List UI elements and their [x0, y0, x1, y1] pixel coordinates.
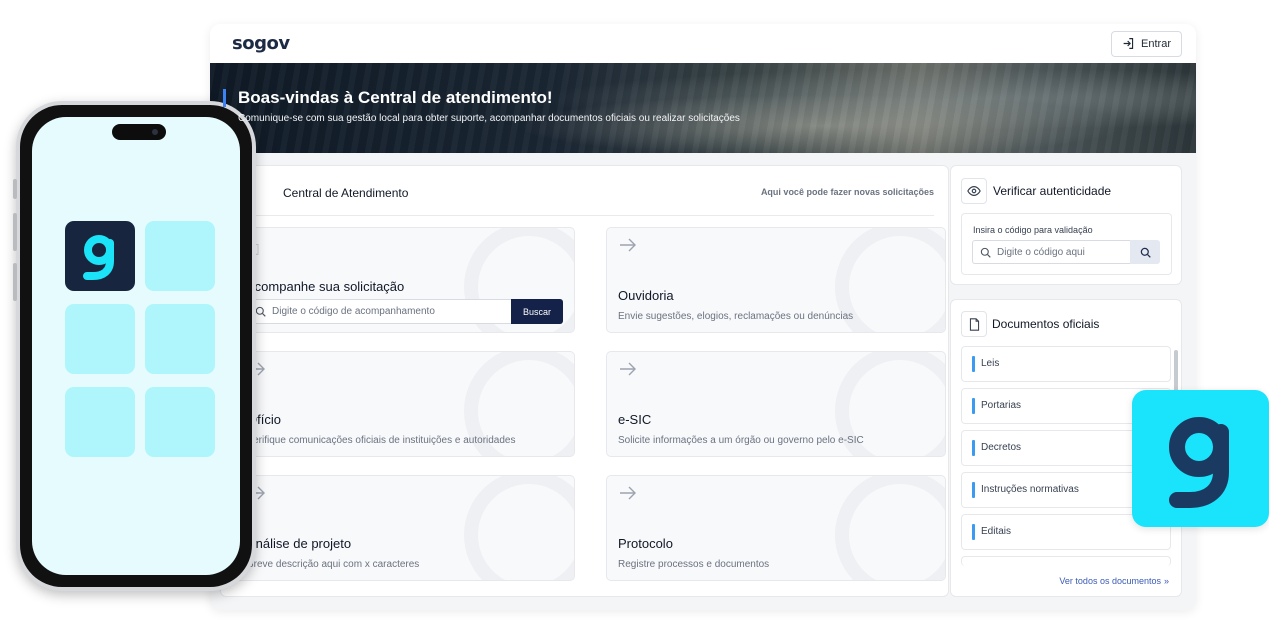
hero-title: Boas-vindas à Central de atendimento!	[238, 88, 553, 107]
view-all-docs-link[interactable]: Ver todos os documentos »	[1059, 576, 1169, 586]
phone-side-button	[13, 213, 17, 251]
app-placeholder-tile	[145, 221, 215, 291]
app-placeholder-tile	[145, 304, 215, 374]
phone-bezel	[20, 105, 252, 587]
tracking-placeholder: Digite o código de acompanhamento	[272, 306, 435, 317]
card-description: Breve descrição aqui com x caracteres	[247, 559, 420, 570]
search-icon	[980, 247, 991, 258]
doc-item-partial	[961, 556, 1171, 566]
doc-label: Portarias	[981, 400, 1022, 411]
panel-hint: Aqui você pode fazer novas solicitações	[760, 187, 934, 197]
verify-search-row: Digite o código aqui	[972, 240, 1160, 264]
verify-authenticity-panel: Verificar autenticidade Insira o código …	[950, 165, 1182, 285]
doc-label: Decretos	[981, 442, 1022, 453]
tracking-input[interactable]: Digite o código de acompanhamento	[246, 299, 511, 324]
tracking-search-row: Digite o código de acompanhamento Buscar	[246, 299, 563, 324]
doc-label: Leis	[981, 358, 1000, 369]
phone-side-button	[13, 263, 17, 301]
card-description: Verifique comunicações oficiais de insti…	[247, 435, 516, 446]
card-title: Análise de projeto	[247, 536, 352, 551]
g-logo-icon	[83, 235, 114, 280]
tracking-card: ▯ Acompanhe sua solicitação Digite o cód…	[235, 227, 575, 333]
app-placeholder-tile	[65, 304, 135, 374]
sogov-logo[interactable]: sogov	[232, 33, 290, 54]
phone-mockup	[13, 101, 256, 591]
hero-subtitle: Comunique-se com sua gestão local para o…	[238, 113, 740, 124]
docs-title: Documentos oficiais	[992, 317, 1100, 331]
doc-label: Instruções normativas	[981, 484, 1079, 495]
service-card-oficio[interactable]: Ofício Verifique comunicações oficiais d…	[235, 351, 575, 457]
service-card-ouvidoria[interactable]: Ouvidoria Envie sugestões, elogios, recl…	[606, 227, 946, 333]
login-label: Entrar	[1141, 37, 1171, 50]
double-chevron-right-icon: »	[1163, 576, 1169, 586]
top-bar: sogov Entrar	[210, 24, 1196, 63]
doc-label: Editais	[981, 526, 1012, 537]
search-icon	[1140, 247, 1151, 258]
verify-title: Verificar autenticidade	[993, 184, 1112, 198]
g-logo-icon	[1169, 417, 1229, 508]
service-card-analise-projeto[interactable]: Análise de projeto Breve descrição aqui …	[235, 475, 575, 581]
card-description: Envie sugestões, elogios, reclamações ou…	[618, 311, 854, 322]
card-title: Protocolo	[618, 536, 673, 551]
card-description: Solicite informações a um órgão ou gover…	[618, 435, 864, 446]
doc-accent-bar	[972, 482, 975, 498]
watermark-decoration	[464, 476, 574, 580]
search-button[interactable]: Buscar	[511, 299, 563, 324]
login-button[interactable]: Entrar	[1111, 30, 1182, 57]
watermark-decoration	[835, 476, 945, 580]
eye-icon	[961, 178, 987, 204]
service-card-protocolo[interactable]: Protocolo Registre processos e documento…	[606, 475, 946, 581]
arrow-right-icon	[620, 362, 636, 376]
phone-side-button	[13, 179, 17, 199]
sogov-app-badge	[1132, 390, 1269, 527]
doc-accent-bar	[972, 398, 975, 414]
verify-search-button[interactable]	[1130, 240, 1160, 264]
card-title: e-SIC	[618, 412, 652, 427]
hero-accent-bar	[223, 89, 226, 107]
doc-accent-bar	[972, 440, 975, 456]
verify-code-input[interactable]: Digite o código aqui	[972, 240, 1130, 264]
app-placeholder-tile	[65, 387, 135, 457]
panel-header: Central de Atendimento Aqui você pode fa…	[235, 166, 934, 216]
doc-accent-bar	[972, 524, 975, 540]
login-icon	[1123, 38, 1134, 49]
arrow-right-icon	[620, 238, 636, 252]
verify-label: Insira o código para validação	[973, 225, 1093, 235]
panel-title: Central de Atendimento	[283, 186, 409, 200]
browser-window: sogov Entrar Boas-vindas à Central de at…	[210, 24, 1196, 610]
service-center-panel: Central de Atendimento Aqui você pode fa…	[220, 165, 949, 597]
doc-item-leis[interactable]: Leis	[961, 346, 1171, 382]
view-all-label: Ver todos os documentos	[1059, 576, 1161, 586]
stage: sogov Entrar Boas-vindas à Central de at…	[0, 0, 1269, 632]
card-title: Ouvidoria	[618, 288, 674, 303]
card-description: Registre processos e documentos	[618, 559, 770, 570]
verify-form: Insira o código para validação Digite o …	[961, 213, 1172, 275]
doc-accent-bar	[972, 356, 975, 372]
app-placeholder-tile	[145, 387, 215, 457]
phone-screen	[32, 117, 240, 575]
service-card-esic[interactable]: e-SIC Solicite informações a um órgão ou…	[606, 351, 946, 457]
arrow-right-icon	[620, 486, 636, 500]
hero-banner: Boas-vindas à Central de atendimento!	[210, 63, 1196, 153]
search-icon	[255, 306, 266, 317]
document-icon	[961, 311, 987, 337]
phone-notch	[112, 124, 166, 140]
verify-placeholder: Digite o código aqui	[997, 246, 1085, 258]
tracking-title: Acompanhe sua solicitação	[246, 279, 405, 294]
sogov-app-icon[interactable]	[65, 221, 135, 291]
